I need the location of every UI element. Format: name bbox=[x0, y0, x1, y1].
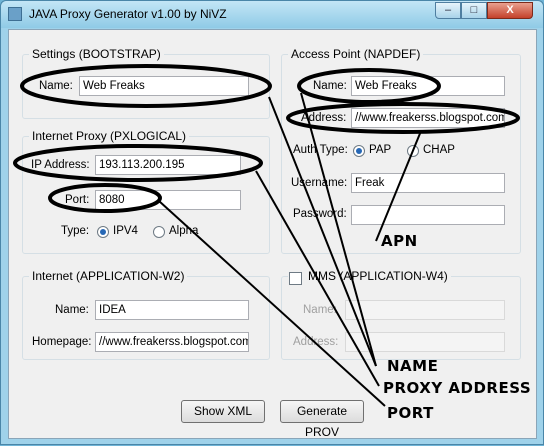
w4-name-input[interactable] bbox=[345, 300, 505, 320]
type-alpha-radio[interactable] bbox=[153, 226, 165, 238]
apn-annotation: APN bbox=[381, 232, 418, 250]
mms-enable-checkbox[interactable] bbox=[289, 272, 302, 285]
auth-type-label: Auth Type: bbox=[293, 144, 348, 156]
ip-address-input[interactable]: 193.113.200.195 bbox=[95, 155, 241, 175]
napdef-address-input[interactable]: //www.freakerss.blogspot.com bbox=[351, 108, 505, 128]
w4-name-label: Name: bbox=[303, 304, 337, 316]
window-title: JAVA Proxy Generator v1.00 by NiVZ bbox=[29, 7, 227, 21]
client-area: Settings (BOOTSTRAP) Name: Web Freaks In… bbox=[8, 29, 537, 439]
w2-name-input[interactable]: IDEA bbox=[95, 300, 249, 320]
username-input[interactable]: Freak bbox=[351, 173, 505, 193]
napdef-legend: Access Point (NAPDEF) bbox=[288, 47, 424, 61]
auth-chap-radio[interactable] bbox=[407, 145, 419, 157]
homepage-label: Homepage: bbox=[32, 336, 92, 348]
proxy-address-annotation: PROXY ADDRESS bbox=[383, 379, 532, 397]
w2-legend: Internet (APPLICATION-W2) bbox=[29, 269, 188, 283]
napdef-name-input[interactable]: Web Freaks bbox=[351, 76, 505, 96]
w2-name-label: Name: bbox=[55, 304, 89, 316]
bootstrap-legend: Settings (BOOTSTRAP) bbox=[29, 47, 164, 61]
w4-legend: MMS (APPLICATION-W4) bbox=[288, 269, 451, 283]
title-bar[interactable]: JAVA Proxy Generator v1.00 by NiVZ – □ X bbox=[1, 1, 543, 28]
port-label: Port: bbox=[65, 194, 90, 206]
auth-chap-label[interactable]: CHAP bbox=[423, 144, 455, 156]
bootstrap-name-input[interactable]: Web Freaks bbox=[79, 76, 249, 96]
auth-pap-label[interactable]: PAP bbox=[369, 144, 391, 156]
minimize-button[interactable]: – bbox=[435, 2, 461, 19]
ip-address-label: IP Address: bbox=[31, 159, 90, 171]
port-input[interactable]: 8080 bbox=[95, 190, 241, 210]
close-button[interactable]: X bbox=[487, 2, 533, 19]
homepage-input[interactable]: //www.freakerss.blogspot.com bbox=[95, 332, 249, 352]
napdef-name-label: Name: bbox=[313, 80, 347, 92]
w4-address-label: Address: bbox=[293, 336, 339, 348]
auth-pap-radio[interactable] bbox=[353, 145, 365, 157]
type-ipv4-radio[interactable] bbox=[97, 226, 109, 238]
napdef-address-label: Address: bbox=[301, 112, 347, 124]
password-label: Password: bbox=[293, 208, 347, 220]
app-icon bbox=[8, 7, 22, 21]
username-label: Username: bbox=[291, 177, 348, 189]
type-alpha-label[interactable]: Alpha bbox=[169, 225, 198, 237]
maximize-button[interactable]: □ bbox=[461, 2, 487, 19]
port-annotation: PORT bbox=[387, 404, 434, 422]
show-xml-button[interactable]: Show XML bbox=[181, 400, 265, 423]
name-annotation: NAME bbox=[387, 357, 439, 375]
w4-address-input[interactable] bbox=[345, 332, 505, 352]
pxlogical-legend: Internet Proxy (PXLOGICAL) bbox=[29, 129, 190, 143]
bootstrap-name-label: Name: bbox=[39, 80, 73, 92]
type-ipv4-label[interactable]: IPV4 bbox=[113, 225, 138, 237]
w4-legend-text: MMS (APPLICATION-W4) bbox=[308, 269, 448, 283]
generate-prov-button[interactable]: Generate PROV bbox=[280, 400, 364, 439]
app-window: JAVA Proxy Generator v1.00 by NiVZ – □ X… bbox=[0, 0, 544, 445]
type-label: Type: bbox=[61, 225, 90, 237]
password-input[interactable] bbox=[351, 205, 505, 225]
